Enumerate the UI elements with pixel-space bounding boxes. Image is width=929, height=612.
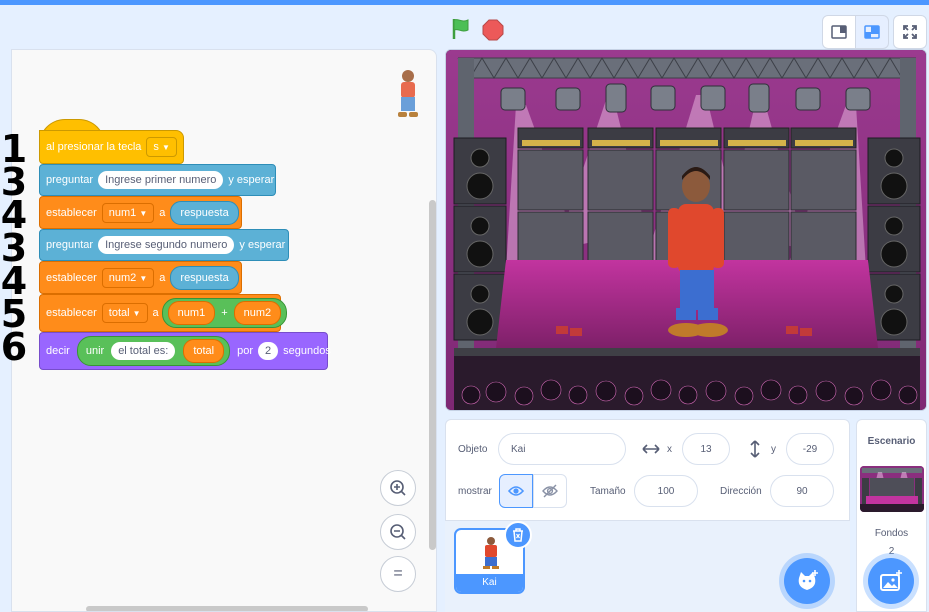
x-input[interactable]: 13 <box>682 433 730 465</box>
sprite-name-input[interactable]: Kai <box>498 433 626 465</box>
set-variable-block-3[interactable]: establecer total ▼ a num1 + num2 <box>39 294 288 332</box>
total-reporter[interactable]: total <box>183 339 225 363</box>
fullscreen-button[interactable] <box>893 15 927 49</box>
set-variable-block-2[interactable]: establecer num2 ▼ a respuesta <box>39 261 242 294</box>
y-arrows-icon <box>750 440 760 458</box>
block-text: a <box>159 206 166 219</box>
step-number: 6 <box>0 325 28 369</box>
num2-reporter[interactable]: num2 <box>233 301 282 325</box>
size-label: Tamaño <box>590 486 626 497</box>
key-dropdown[interactable]: s ▼ <box>146 137 177 157</box>
object-label: Objeto <box>458 444 488 455</box>
zoom-in-icon <box>390 480 406 496</box>
backdrops-count: 2 <box>888 546 895 557</box>
green-flag-icon[interactable] <box>449 17 473 41</box>
direction-label: Dirección <box>720 486 762 497</box>
stop-icon[interactable] <box>482 19 504 41</box>
join-text-input[interactable]: el total es: <box>111 342 176 360</box>
chevron-down-icon: ▼ <box>139 208 148 218</box>
block-text: segundos <box>283 345 331 357</box>
num1-reporter[interactable]: num1 <box>167 301 216 325</box>
add-backdrop-icon <box>880 570 902 591</box>
block-text: al presionar la tecla <box>46 141 142 153</box>
block-text: establecer <box>46 307 97 319</box>
zoom-out-button[interactable] <box>380 514 416 550</box>
normal-stage-icon <box>864 25 880 39</box>
small-stage-icon <box>831 25 847 39</box>
ask-and-wait-block-1[interactable]: preguntar Ingrese primer numero y espera… <box>39 164 276 196</box>
block-text: unir <box>85 345 105 357</box>
fullscreen-icon <box>903 25 917 39</box>
plus-operator: + <box>221 307 228 319</box>
block-text: a <box>152 307 159 319</box>
choose-backdrop-button[interactable] <box>868 558 914 604</box>
backdrops-label: Fondos <box>874 528 909 539</box>
variable-dropdown[interactable]: num1 ▼ <box>101 202 155 223</box>
eye-slash-icon <box>542 484 558 498</box>
trash-icon <box>513 528 523 542</box>
y-input[interactable]: -29 <box>786 433 834 465</box>
chevron-down-icon: ▼ <box>139 273 148 283</box>
choose-sprite-button[interactable] <box>784 558 830 604</box>
show-label: mostrar <box>458 486 492 497</box>
x-label: x <box>667 444 672 455</box>
block-text: y esperar <box>239 239 286 251</box>
show-hidden-button[interactable] <box>533 474 567 508</box>
zoom-in-button[interactable] <box>380 470 416 506</box>
handwritten-step-numbers: 1 3 4 3 4 5 6 <box>0 130 28 369</box>
stage-header <box>0 5 929 49</box>
seconds-input[interactable]: 2 <box>258 342 279 360</box>
when-key-pressed-block[interactable]: al presionar la tecla s ▼ <box>39 130 184 164</box>
block-text: por <box>237 345 254 357</box>
block-text: establecer <box>46 271 97 284</box>
variable-value: total <box>108 307 130 319</box>
ask-and-wait-block-2[interactable]: preguntar Ingrese segundo numero y esper… <box>39 229 289 261</box>
zoom-out-icon <box>390 524 406 540</box>
add-operator-block[interactable]: num1 + num2 <box>161 298 288 328</box>
stage-thumbnail[interactable] <box>860 466 924 512</box>
question-input[interactable]: Ingrese primer numero <box>98 171 224 189</box>
block-text: y esperar <box>228 174 275 186</box>
y-label: y <box>771 444 776 455</box>
block-text: a <box>159 271 166 284</box>
normal-stage-button[interactable] <box>855 15 889 49</box>
eye-icon <box>508 486 524 496</box>
block-text: preguntar <box>46 174 94 186</box>
zoom-reset-button[interactable]: = <box>380 556 416 592</box>
zoom-reset-icon: = <box>393 565 403 582</box>
block-text: decir <box>46 345 70 357</box>
x-arrows-icon <box>642 444 660 454</box>
variable-value: num1 <box>108 206 137 219</box>
direction-input[interactable]: 90 <box>770 475 834 507</box>
say-for-secs-block[interactable]: decir unir el total es: total por 2 segu… <box>39 332 331 370</box>
delete-sprite-button[interactable] <box>504 521 532 549</box>
block-text: preguntar <box>46 239 94 251</box>
set-variable-block-1[interactable]: establecer num1 ▼ a respuesta <box>39 196 242 229</box>
stage-thumbnail-image <box>860 466 924 512</box>
join-operator-block[interactable]: unir el total es: total <box>76 336 231 366</box>
variable-dropdown[interactable]: total ▼ <box>101 303 148 323</box>
key-value: s <box>153 141 159 153</box>
add-sprite-cat-icon <box>798 570 818 590</box>
kai-thumbnail-icon <box>483 537 499 569</box>
horizontal-scrollbar[interactable] <box>86 606 368 611</box>
answer-reporter[interactable]: respuesta <box>170 265 239 290</box>
sprite-preview-icon <box>398 70 418 117</box>
question-input[interactable]: Ingrese segundo numero <box>98 236 235 254</box>
size-input[interactable]: 100 <box>634 475 698 507</box>
block-text: establecer <box>46 206 97 219</box>
small-stage-button[interactable] <box>822 15 856 49</box>
chevron-down-icon: ▼ <box>161 143 170 152</box>
stage-title: Escenario <box>867 436 916 447</box>
answer-reporter[interactable]: respuesta <box>170 200 239 225</box>
show-visible-button[interactable] <box>499 474 533 508</box>
chevron-down-icon: ▼ <box>132 309 141 318</box>
variable-dropdown[interactable]: num2 ▼ <box>101 267 155 288</box>
variable-value: num2 <box>108 271 137 284</box>
concert-backdrop <box>446 50 926 410</box>
vertical-scrollbar[interactable] <box>429 200 436 550</box>
sprite-name: Kai <box>456 574 523 592</box>
stage-canvas[interactable] <box>445 49 927 411</box>
